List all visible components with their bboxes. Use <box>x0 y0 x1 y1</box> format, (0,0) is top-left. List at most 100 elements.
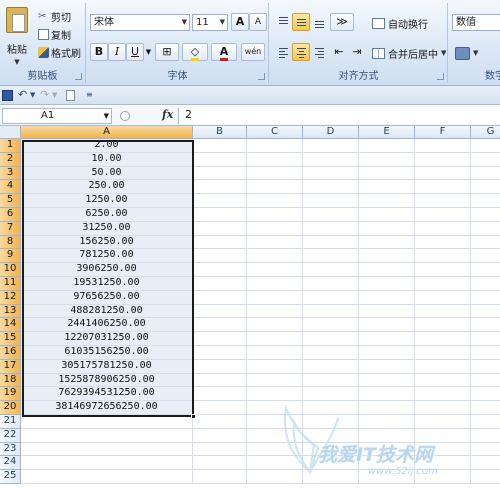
cell-e8[interactable] <box>359 235 415 250</box>
row-header-24[interactable]: 24 <box>0 456 21 471</box>
cell-f16[interactable] <box>415 346 471 360</box>
cell-f11[interactable] <box>415 277 471 291</box>
cell-e17[interactable] <box>359 359 415 374</box>
column-header-c[interactable]: C <box>247 126 303 139</box>
align-right-button[interactable] <box>310 43 328 61</box>
cell-d5[interactable] <box>303 194 359 208</box>
cell-b3[interactable] <box>193 166 247 181</box>
row-header-25[interactable]: 25 <box>0 470 21 484</box>
cell-f20[interactable] <box>415 401 471 415</box>
cell-d6[interactable] <box>303 208 359 222</box>
alignment-dialog-launcher-icon[interactable] <box>437 73 444 80</box>
cell-d18[interactable] <box>303 373 359 388</box>
cell-e3[interactable] <box>359 166 415 181</box>
cell-g1[interactable] <box>471 139 500 153</box>
column-header-e[interactable]: E <box>359 126 415 139</box>
cell-f14[interactable] <box>415 318 471 333</box>
redo-icon[interactable]: ↷ <box>40 88 49 101</box>
cell-a20[interactable]: 38146972656250.00 <box>21 401 193 415</box>
insert-function-icon[interactable]: fx <box>162 108 173 121</box>
cell-f19[interactable] <box>415 387 471 402</box>
cell-d1[interactable] <box>303 139 359 153</box>
cell-d11[interactable] <box>303 277 359 291</box>
orientation-button[interactable]: ≫ <box>330 13 354 31</box>
cell-c6[interactable] <box>247 208 303 222</box>
cell-f17[interactable] <box>415 359 471 374</box>
cell-e2[interactable] <box>359 152 415 167</box>
cell-b6[interactable] <box>193 208 247 222</box>
cell-d15[interactable] <box>303 332 359 346</box>
cell-d4[interactable] <box>303 180 359 195</box>
borders-button[interactable]: ⊞ <box>155 43 179 61</box>
cell-g13[interactable] <box>471 305 500 319</box>
cell-d12[interactable] <box>303 290 359 305</box>
cell-f6[interactable] <box>415 208 471 222</box>
row-header-22[interactable]: 22 <box>0 428 21 443</box>
cell-a23[interactable] <box>21 442 193 457</box>
cell-g18[interactable] <box>471 374 500 388</box>
cell-e13[interactable] <box>359 304 415 319</box>
cell-d19[interactable] <box>303 387 359 402</box>
cell-a16[interactable]: 61035156250.00 <box>21 346 193 360</box>
cell-c16[interactable] <box>247 346 303 360</box>
number-format-select[interactable]: 数值 <box>452 14 500 31</box>
name-box[interactable]: A1 ▼ <box>2 108 112 124</box>
cell-f8[interactable] <box>415 235 471 250</box>
align-center-button[interactable] <box>292 43 310 61</box>
cell-a6[interactable]: 6250.00 <box>21 208 193 222</box>
font-size-select[interactable]: 11 ▼ <box>192 14 228 31</box>
cell-c3[interactable] <box>247 166 303 181</box>
cell-a15[interactable]: 12207031250.00 <box>21 332 193 346</box>
cell-b9[interactable] <box>193 249 247 264</box>
cell-b1[interactable] <box>193 139 247 153</box>
cell-a5[interactable]: 1250.00 <box>21 194 193 208</box>
customize-qat-icon[interactable]: ≡ <box>86 90 93 99</box>
undo-icon[interactable]: ↶ <box>18 88 27 101</box>
row-header-21[interactable]: 21 <box>0 415 21 429</box>
cell-b13[interactable] <box>193 304 247 319</box>
cell-b2[interactable] <box>193 152 247 167</box>
cell-e1[interactable] <box>359 139 415 153</box>
copy-button[interactable]: 复制 <box>38 27 71 42</box>
cell-g5[interactable] <box>471 194 500 208</box>
cell-c18[interactable] <box>247 373 303 388</box>
cell-e7[interactable] <box>359 221 415 236</box>
cell-b12[interactable] <box>193 290 247 305</box>
cell-c5[interactable] <box>247 194 303 208</box>
cell-a9[interactable]: 781250.00 <box>21 249 193 264</box>
cell-e16[interactable] <box>359 346 415 360</box>
column-header-d[interactable]: D <box>303 126 359 139</box>
cell-g11[interactable] <box>471 277 500 291</box>
row-header-8[interactable]: 8 <box>0 235 21 250</box>
cell-c15[interactable] <box>247 332 303 346</box>
cell-a7[interactable]: 31250.00 <box>21 221 193 236</box>
cell-c17[interactable] <box>247 359 303 374</box>
row-header-19[interactable]: 19 <box>0 387 21 402</box>
cell-b7[interactable] <box>193 221 247 236</box>
cell-b25[interactable] <box>193 470 247 484</box>
cell-g14[interactable] <box>471 318 500 333</box>
cell-f15[interactable] <box>415 332 471 346</box>
cut-button[interactable]: ✂ 剪切 <box>38 9 71 24</box>
cell-g12[interactable] <box>471 291 500 305</box>
cell-g17[interactable] <box>471 360 500 374</box>
decrease-indent-button[interactable]: ⇤ <box>330 43 348 61</box>
cell-g10[interactable] <box>471 263 500 277</box>
cell-a18[interactable]: 1525878906250.00 <box>21 373 193 388</box>
row-header-11[interactable]: 11 <box>0 277 21 291</box>
cell-b21[interactable] <box>193 415 247 429</box>
cell-f5[interactable] <box>415 194 471 208</box>
cell-a22[interactable] <box>21 428 193 443</box>
align-middle-button[interactable] <box>292 13 310 31</box>
cell-d8[interactable] <box>303 235 359 250</box>
font-name-select[interactable]: 宋体 ▼ <box>90 14 190 31</box>
cell-d16[interactable] <box>303 346 359 360</box>
cell-c10[interactable] <box>247 263 303 277</box>
underline-button[interactable]: U <box>126 43 144 61</box>
cell-f21[interactable] <box>415 415 471 429</box>
wrap-text-button[interactable]: 自动换行 <box>372 14 428 32</box>
grow-font-button[interactable]: A <box>231 13 249 31</box>
cell-c11[interactable] <box>247 277 303 291</box>
cell-e9[interactable] <box>359 249 415 264</box>
cell-g4[interactable] <box>471 180 500 195</box>
